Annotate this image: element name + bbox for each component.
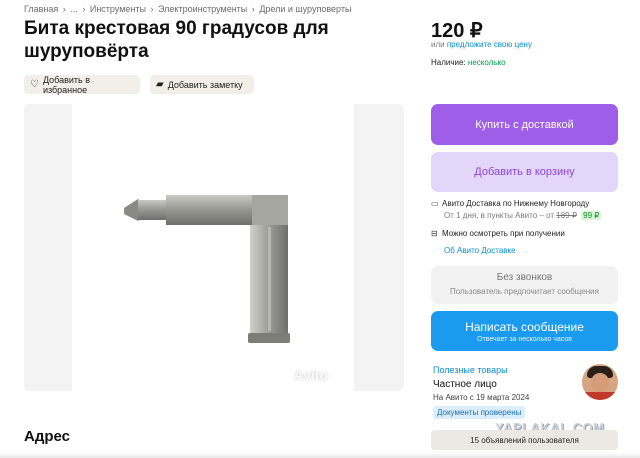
buy-with-delivery-label: Купить с доставкой (475, 118, 574, 131)
price-offer: или предложите свою цену (431, 40, 532, 49)
no-calls-subtitle: Пользователь предпочитает сообщения (450, 287, 599, 296)
screwdriver-bit-image (124, 195, 290, 343)
add-to-favorites-button[interactable]: ♡ Добавить в избранное (24, 74, 140, 95)
breadcrumb-power-tools[interactable]: Электроинструменты (158, 4, 247, 14)
availability-value: несколько (467, 58, 506, 67)
add-to-cart-button[interactable]: Добавить в корзину (431, 152, 618, 192)
breadcrumb-separator: › (251, 4, 255, 14)
avito-watermark: Avito (293, 367, 328, 383)
inspect-info: ⊟ Можно осмотреть при получении (431, 229, 565, 238)
add-to-favorites-label: Добавить в избранное (42, 74, 91, 95)
availability: Наличие: несколько (431, 58, 506, 67)
delivery-old-price: 189 ₽ (556, 211, 577, 220)
delivery-line: Авито Доставка по Нижнему Новгороду (442, 199, 590, 208)
breadcrumb-separator: › (62, 4, 66, 14)
availability-label: Наличие: (431, 58, 466, 67)
heart-icon: ♡ (30, 78, 39, 90)
docs-verified-badge: Документы проверены (433, 406, 526, 419)
breadcrumb-drills[interactable]: Дрели и шуруповерты (259, 4, 351, 14)
about-delivery-link[interactable]: Об Авито Доставке (444, 246, 516, 255)
add-note-button[interactable]: ▰ Добавить заметку (150, 75, 254, 94)
note-icon: ▰ (156, 78, 164, 90)
delivery-info: ▭ Авито Доставка по Нижнему Новгороду (431, 199, 589, 208)
breadcrumb-ellipsis[interactable]: ... (70, 4, 78, 14)
delivery-new-price: 99 ₽ (581, 211, 602, 220)
inspect-box-icon: ⊟ (431, 229, 438, 238)
seller-goods-link[interactable]: Полезные товары (433, 365, 508, 375)
write-message-button[interactable]: Написать сообщение Отвечает за несколько… (431, 311, 618, 351)
no-calls-notice: Без звонков Пользователь предпочитает со… (431, 266, 618, 304)
add-note-label: Добавить заметку (167, 79, 243, 90)
seller-since: На Авито с 19 марта 2024 (433, 393, 530, 402)
no-calls-title: Без звонков (496, 272, 553, 283)
add-to-cart-label: Добавить в корзину (474, 166, 575, 178)
offer-prefix: или (431, 40, 445, 49)
delivery-truck-icon: ▭ (431, 199, 439, 208)
delivery-terms: От 1 дня, в пункты Авито – от (444, 211, 555, 220)
seller-name[interactable]: Частное лицо (433, 379, 497, 390)
write-message-label: Написать сообщение (465, 319, 584, 334)
breadcrumb-separator: › (82, 4, 86, 14)
avatar[interactable] (582, 364, 618, 400)
offer-price-link[interactable]: предложите свою цену (447, 40, 532, 49)
seller-listings-button[interactable]: 15 объявлений пользователя (431, 430, 618, 450)
breadcrumb-tools[interactable]: Инструменты (90, 4, 146, 14)
avatar-shirt (582, 392, 618, 400)
address-heading: Адрес (24, 428, 71, 445)
page-title: Бита крестовая 90 градусов для шуруповёр… (24, 18, 329, 62)
bottom-fade (0, 452, 640, 458)
delivery-price-line: От 1 дня, в пункты Авито – от 189 ₽ 99 ₽ (444, 211, 602, 220)
breadcrumb-separator: › (150, 4, 154, 14)
breadcrumb: Главная › ... › Инструменты › Электроинс… (24, 4, 353, 14)
inspect-line: Можно осмотреть при получении (442, 229, 565, 238)
product-gallery[interactable]: Avito (24, 104, 404, 391)
product-photo[interactable]: Avito (72, 104, 354, 391)
avatar-face (591, 373, 609, 393)
response-time-label: Отвечает за несколько часов (477, 335, 572, 343)
breadcrumb-home[interactable]: Главная (24, 4, 58, 14)
buy-with-delivery-button[interactable]: Купить с доставкой (431, 104, 618, 145)
